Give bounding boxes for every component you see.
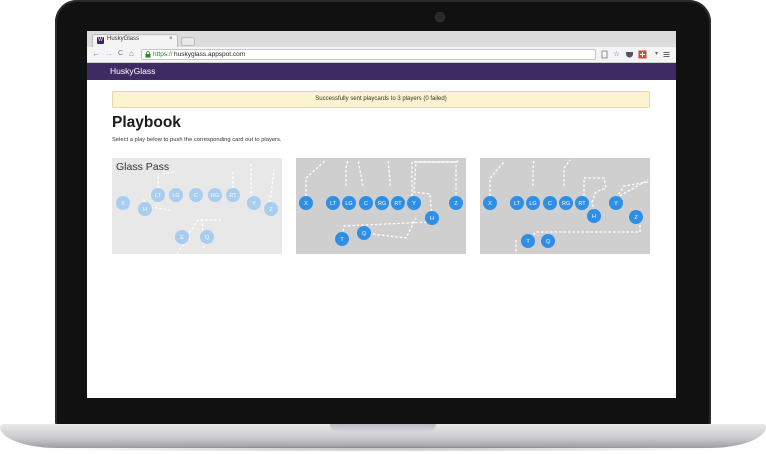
player-label: H (430, 216, 434, 222)
screen: W HuskyGlass × ← → C ⌂ https:// huskygla… (87, 31, 676, 398)
player-marker-z: Z (264, 202, 278, 216)
player-marker-y: Y (247, 196, 261, 210)
player-marker-x: X (116, 196, 130, 210)
player-label: Q (205, 235, 210, 241)
player-label: Y (252, 201, 256, 207)
player-marker-lg: LG (169, 188, 183, 202)
player-marker-h: H (138, 202, 152, 216)
reload-icon[interactable]: C (118, 49, 123, 59)
player-marker-c: C (189, 188, 203, 202)
player-marker-x: X (483, 196, 497, 210)
player-label: C (548, 201, 552, 207)
tab-strip: W HuskyGlass × (87, 31, 676, 47)
address-bar[interactable]: https:// huskyglass.appspot.com (141, 49, 596, 60)
player-marker-rg: RG (208, 188, 222, 202)
dropdown-arrow-icon[interactable]: ▾ (652, 50, 661, 59)
player-label: C (364, 201, 368, 207)
player-marker-h: H (587, 209, 601, 223)
menu-icon[interactable] (662, 50, 671, 59)
player-label: X (304, 201, 308, 207)
extension-icon[interactable] (638, 50, 647, 59)
player-label: X (488, 201, 492, 207)
laptop-notch (330, 424, 436, 432)
player-label: C (194, 193, 198, 199)
player-marker-t: T (521, 234, 535, 248)
player-marker-lg: LG (526, 196, 540, 210)
player-label: LG (529, 201, 536, 207)
player-marker-z: Z (629, 210, 643, 224)
player-marker-rg: RG (559, 196, 573, 210)
player-label: E (180, 235, 184, 241)
browser-toolbar: ← → C ⌂ https:// huskyglass.appspot.com … (87, 47, 676, 63)
lock-icon (145, 51, 151, 58)
player-label: LG (345, 201, 352, 207)
player-marker-c: C (359, 196, 373, 210)
player-marker-rg: RG (375, 196, 389, 210)
url-host: huskyglass.appspot.com (174, 51, 246, 58)
player-marker-e: E (175, 230, 189, 244)
player-label: LG (172, 193, 179, 199)
tab-close-icon[interactable]: × (169, 36, 173, 42)
new-tab-button[interactable] (181, 37, 195, 46)
brand-link[interactable]: HuskyGlass (110, 65, 155, 78)
play-card-glass-pass[interactable]: X H LT LG C RG RT Y Z E Q Glass Pass (112, 158, 282, 254)
play-card-label: Glass Pass (116, 161, 170, 173)
app-header: HuskyGlass (87, 63, 676, 80)
star-icon[interactable]: ☆ (612, 50, 621, 59)
player-label: RG (211, 193, 219, 199)
player-marker-rt: RT (226, 188, 240, 202)
player-marker-rt: RT (391, 196, 405, 210)
player-label: RT (394, 201, 402, 207)
player-marker-y: Y (609, 196, 623, 210)
page-title: Playbook (112, 114, 181, 131)
play-diagram: X LT LG C RG RT Y Z H T Q (483, 159, 649, 254)
pocket-icon[interactable] (625, 50, 634, 59)
player-label: Q (362, 231, 367, 237)
player-marker-lt: LT (510, 196, 524, 210)
player-label: LT (514, 201, 521, 207)
tab-title: HuskyGlass (107, 36, 140, 42)
player-label: LT (330, 201, 337, 207)
player-marker-y: Y (407, 196, 421, 210)
player-label: H (592, 214, 596, 220)
player-label: Y (412, 201, 416, 207)
player-marker-z: Z (449, 196, 463, 210)
page-description: Select a play below to push the correspo… (112, 137, 282, 143)
home-icon[interactable]: ⌂ (129, 49, 134, 59)
player-marker-t: T (335, 232, 349, 246)
player-marker-q: Q (541, 234, 555, 248)
player-label: RG (562, 201, 570, 207)
player-marker-q: Q (200, 230, 214, 244)
laptop-shadow (30, 446, 736, 452)
play-card-2[interactable]: X LT LG C RG RT Y Z H T Q (296, 158, 466, 254)
player-marker-q: Q (357, 226, 371, 240)
camera-icon (435, 12, 445, 22)
player-marker-lg: LG (342, 196, 356, 210)
player-label: RT (578, 201, 586, 207)
player-marker-x: X (299, 196, 313, 210)
player-label: Q (546, 239, 551, 245)
player-marker-rt: RT (575, 196, 589, 210)
player-label: X (121, 201, 125, 207)
page-icon[interactable] (600, 50, 609, 59)
success-alert: Successfully sent playcards to 3 players… (112, 91, 650, 108)
play-diagram: X LT LG C RG RT Y Z H T Q (299, 159, 463, 246)
play-card-3[interactable]: X LT LG C RG RT Y Z H T Q (480, 158, 650, 254)
player-marker-h: H (425, 211, 439, 225)
player-label: H (143, 207, 147, 213)
player-marker-lt: LT (151, 188, 165, 202)
back-icon[interactable]: ← (92, 49, 100, 59)
forward-icon[interactable]: → (105, 49, 113, 59)
favicon-icon: W (97, 37, 104, 44)
player-label: Y (614, 201, 618, 207)
browser-tab[interactable]: W HuskyGlass × (92, 34, 178, 47)
player-marker-c: C (543, 196, 557, 210)
url-scheme: https:// (153, 51, 173, 58)
player-label: RG (378, 201, 386, 207)
player-label: RT (229, 193, 237, 199)
player-marker-lt: LT (326, 196, 340, 210)
player-label: LT (155, 193, 162, 199)
